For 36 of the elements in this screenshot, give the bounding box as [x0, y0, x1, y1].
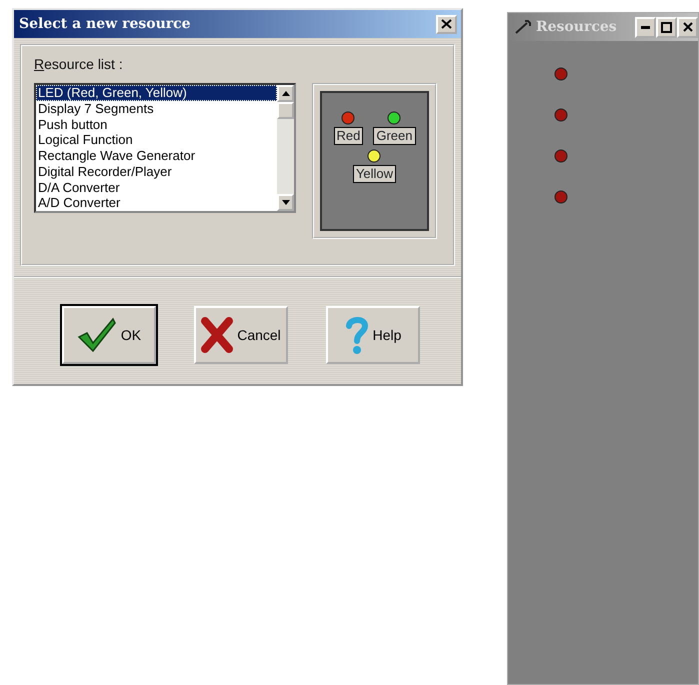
minimize-button[interactable]: [635, 16, 656, 38]
list-item[interactable]: Push button: [36, 116, 277, 132]
close-icon: [682, 22, 692, 32]
list-item[interactable]: LED (Red, Green, Yellow): [36, 85, 277, 101]
window-title: Resources: [536, 18, 617, 36]
help-button[interactable]: Help: [326, 306, 420, 364]
minimize-icon: [641, 26, 650, 28]
list-item[interactable]: Logical Function: [36, 132, 277, 148]
list-item[interactable]: D/A Converter: [36, 180, 277, 196]
scrollbar[interactable]: [277, 85, 294, 211]
wrench-icon: [514, 19, 532, 35]
maximize-icon: [661, 22, 672, 32]
led-label: Green: [373, 127, 416, 145]
maximize-button[interactable]: [656, 16, 677, 38]
scroll-up-button[interactable]: [277, 85, 294, 102]
scroll-thumb[interactable]: [277, 102, 294, 119]
resource-list-label: Resource list :: [34, 55, 124, 74]
resource-listbox[interactable]: LED (Red, Green, Yellow) Display 7 Segments Push button Logical Function Rectangle Wave Generator Digital Recorder/Player D/A Converter A/D Converter: [34, 83, 296, 213]
close-button[interactable]: [436, 14, 457, 34]
list-item[interactable]: A/D Converter: [36, 195, 277, 211]
check-icon: [76, 317, 117, 353]
led-label: Yellow: [352, 165, 396, 183]
led-label: Red: [334, 127, 364, 145]
down-arrow-icon: [282, 200, 290, 205]
ok-button[interactable]: OK: [62, 306, 156, 364]
window-title: Select a new resource: [19, 14, 191, 34]
close-button[interactable]: [677, 16, 698, 38]
up-arrow-icon: [282, 91, 290, 96]
close-icon: [441, 19, 452, 29]
x-mark-icon: [201, 317, 234, 353]
scroll-down-button[interactable]: [277, 194, 294, 211]
cancel-button[interactable]: Cancel: [194, 306, 288, 364]
list-item[interactable]: Display 7 Segments: [36, 100, 277, 116]
list-item[interactable]: Rectangle Wave Generator: [36, 148, 277, 164]
question-mark-icon: [344, 315, 369, 355]
list-item[interactable]: Digital Recorder/Player: [36, 164, 277, 180]
